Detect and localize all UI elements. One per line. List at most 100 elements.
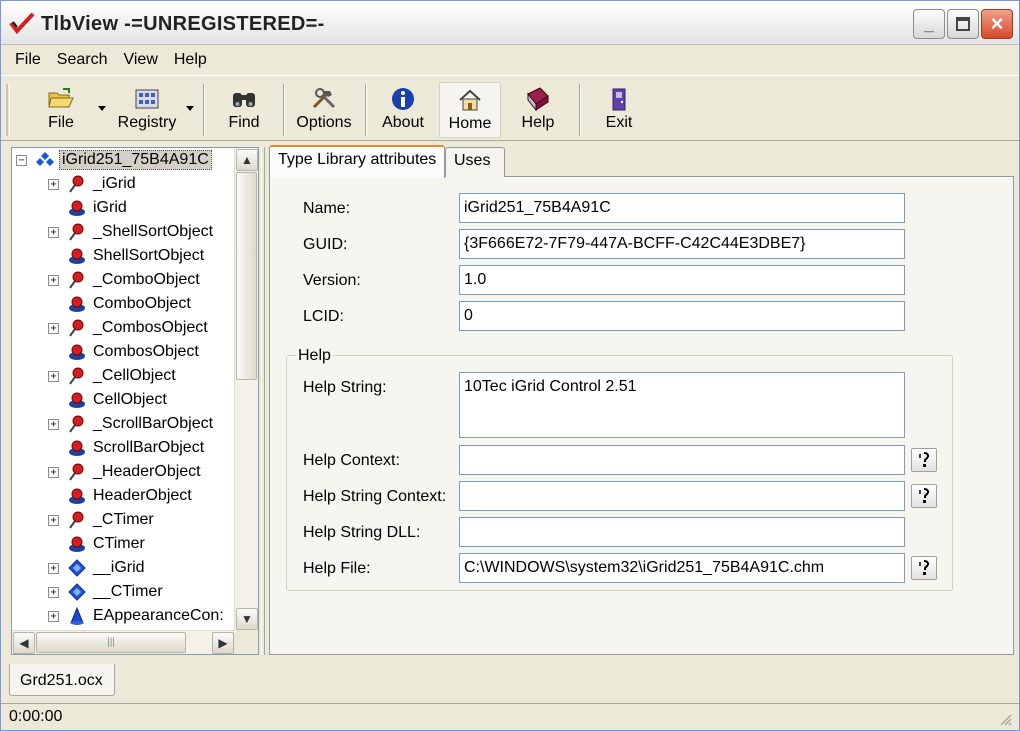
tree-item[interactable]: CellObject [48,388,169,412]
help-context-button[interactable] [911,448,937,472]
help-context-field[interactable] [459,445,905,475]
expand-icon[interactable]: + [48,226,59,238]
tree-item[interactable]: ScrollBarObject [48,436,206,460]
help-file-field[interactable]: C:\WINDOWS\system32\iGrid251_75B4A91C.ch… [459,553,905,583]
tree-item[interactable]: ShellSortObject [48,244,206,268]
expand-icon[interactable]: + [48,514,59,526]
tree-item[interactable]: + _HeaderObject [48,460,203,484]
tree-item-label: CTimer [93,535,145,552]
guid-field[interactable]: {3F666E72-7F79-447A-BCFF-C42C44E3DBE7} [459,229,905,259]
menu-view[interactable]: View [115,49,165,71]
find-tool-button[interactable]: Find [219,82,269,138]
expand-icon[interactable]: + [48,370,59,382]
tree-item[interactable]: + __CTimer [48,580,165,604]
lcid-field[interactable]: 0 [459,301,905,331]
expand-icon[interactable]: + [48,562,59,574]
interface-icon [69,175,84,193]
registry-dropdown-arrow-icon[interactable] [186,106,194,111]
menu-help[interactable]: Help [166,49,215,71]
help-string-context-field[interactable] [459,481,905,511]
version-field[interactable]: 1.0 [459,265,905,295]
dispinterface-icon [68,559,86,577]
expand-icon[interactable]: + [48,274,59,286]
tree-item[interactable]: + _iGrid [48,172,138,196]
exit-tool-button[interactable]: Exit [597,82,641,138]
tab-type-library-attributes[interactable]: Type Library attributes [269,145,445,178]
about-tool-button[interactable]: About [377,82,429,138]
tree-item-label: ScrollBarObject [93,439,205,456]
tree-item[interactable]: + _CTimer [48,508,156,532]
toolbar-grip[interactable] [6,84,10,136]
minimize-button[interactable]: _ [913,9,945,39]
tree-item[interactable]: HeaderObject [48,484,194,508]
app-window: TlbView -=UNREGISTERED=- _ × File Search… [0,0,1020,731]
tree-item-label: ShellSortObject [93,247,205,264]
menu-search[interactable]: Search [49,49,116,71]
tree-root-node[interactable]: − iGrid251_75B4A91C [16,148,212,172]
pane-splitter[interactable] [261,147,265,655]
home-tool-button[interactable]: Home [439,82,501,138]
title-bar[interactable]: TlbView -=UNREGISTERED=- _ × [1,1,1019,45]
help-string-dll-field[interactable] [459,517,905,547]
file-tool-button[interactable]: File [33,82,89,138]
tree-item-label: _iGrid [93,175,136,192]
coclass-icon [69,296,85,312]
tree-item[interactable]: ComboObject [48,292,193,316]
options-tool-button[interactable]: Options [293,82,355,138]
tree-item-label: CombosObject [93,343,199,360]
tree-item[interactable]: + _ScrollBarObject [48,412,215,436]
expand-icon[interactable]: + [48,610,59,622]
info-icon [389,86,417,112]
name-field[interactable]: iGrid251_75B4A91C [459,193,905,223]
file-dropdown-arrow-icon[interactable] [98,106,106,111]
scroll-down-button[interactable]: ▼ [236,608,258,630]
tab-uses[interactable]: Uses [445,147,505,177]
interface-icon [69,463,84,481]
typelib-icon [36,152,54,166]
tree-item-label: __iGrid [93,559,145,576]
help-string-field[interactable]: 10Tec iGrid Control 2.51 [459,372,905,438]
expand-icon[interactable]: + [48,586,59,598]
tree-item[interactable]: + EAppearanceCon: [48,604,226,628]
scroll-left-button[interactable]: ◀ [13,632,35,654]
expand-icon[interactable]: + [48,466,59,478]
expand-icon[interactable]: + [48,418,59,430]
coclass-icon [69,344,85,360]
tree-item[interactable]: + _ComboObject [48,268,202,292]
help-tool-button[interactable]: Help [513,82,563,138]
tree-item[interactable]: + __iGrid [48,556,147,580]
tree-item[interactable]: CombosObject [48,340,201,364]
lcid-label: LCID: [303,308,344,325]
maximize-button[interactable] [947,9,979,39]
vertical-scroll-thumb[interactable] [236,172,257,380]
help-string-context-button[interactable] [911,484,937,508]
tree-item[interactable]: CTimer [48,532,147,556]
type-library-tree[interactable]: − iGrid251_75B4A91C + _iGrid iGrid + _ShellS… [11,147,259,655]
scrollbar-corner [234,630,258,654]
expand-icon[interactable]: + [48,178,59,190]
help-pointer-icon [919,452,929,467]
registry-tool-button[interactable]: Registry [113,82,181,138]
collapse-icon[interactable]: − [16,154,27,166]
tree-item-label: _CombosObject [93,319,208,336]
tree-item[interactable]: + _CellObject [48,364,178,388]
tree-item[interactable]: iGrid [48,196,129,220]
resize-grip-icon[interactable] [997,711,1013,727]
close-button[interactable]: × [981,9,1013,39]
scroll-right-button[interactable]: ▶ [212,632,234,654]
tree-vertical-scrollbar[interactable]: ▲ ▼ [234,148,258,632]
tree-item[interactable]: + _ShellSortObject [48,220,215,244]
scroll-up-button[interactable]: ▲ [236,149,258,171]
expand-icon[interactable]: + [48,322,59,334]
help-file-button[interactable] [911,556,937,580]
coclass-icon [69,440,85,456]
tree-item-label: EAppearanceCon: [93,607,224,624]
tree-item[interactable]: + _CombosObject [48,316,210,340]
home-icon [456,87,484,113]
document-tab[interactable]: Grd251.ocx [9,664,115,696]
version-label: Version: [303,272,361,289]
registry-tool-label: Registry [117,114,177,131]
menu-file[interactable]: File [7,49,49,71]
horizontal-scroll-thumb[interactable]: ||| [36,632,186,653]
tree-horizontal-scrollbar[interactable]: ◀ ||| ▶ [12,630,236,654]
